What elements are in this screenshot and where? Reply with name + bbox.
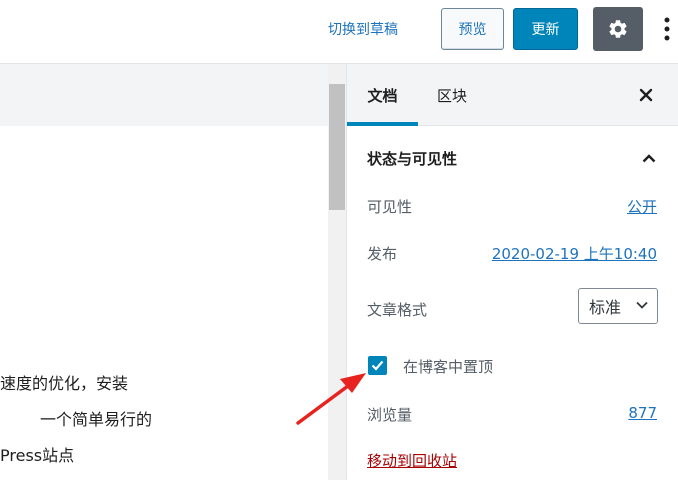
visibility-label: 可见性 [367, 198, 413, 216]
editor-title-area [0, 64, 328, 126]
settings-button[interactable] [593, 7, 643, 51]
chevron-down-icon [636, 301, 648, 309]
tab-document[interactable]: 文档 [347, 64, 418, 126]
preview-button[interactable]: 预览 [441, 8, 504, 50]
publish-label: 发布 [367, 245, 398, 263]
close-sidebar-button[interactable] [631, 80, 661, 110]
editor-text-line[interactable]: 速度的优化，安装 [0, 374, 128, 394]
post-format-label: 文章格式 [367, 301, 428, 319]
editor-toolbar: 切换到草稿 预览 更新 [0, 0, 678, 64]
editor-scrollbar[interactable] [328, 64, 346, 480]
editor-text-line[interactable]: Press站点 [0, 446, 74, 466]
gear-icon [609, 20, 627, 38]
panel-title[interactable]: 状态与可见性 [367, 148, 457, 169]
editor-text-line[interactable]: 一个简单易行的 [40, 410, 152, 430]
vertical-ellipsis-icon [664, 17, 670, 41]
sticky-label[interactable]: 在博客中置顶 [403, 356, 493, 377]
chevron-up-icon [642, 153, 656, 162]
update-button[interactable]: 更新 [513, 8, 578, 50]
tab-block[interactable]: 区块 [424, 64, 480, 126]
close-icon [639, 88, 653, 102]
sticky-checkbox[interactable] [368, 356, 387, 375]
settings-sidebar: 文档 区块 状态与可见性 可见性 公开 发布 2020-02-19 上午10:4… [347, 64, 678, 480]
panel-toggle-button[interactable] [637, 148, 661, 168]
move-to-trash-link[interactable]: 移动到回收站 [367, 450, 457, 471]
more-options-button[interactable] [656, 12, 678, 46]
post-format-select[interactable]: 标准 [578, 288, 658, 324]
scrollbar-thumb[interactable] [329, 84, 345, 210]
checkmark-icon [371, 360, 384, 371]
switch-to-draft-button[interactable]: 切换到草稿 [322, 17, 404, 43]
views-count-link[interactable]: 877 [628, 404, 657, 422]
views-label: 浏览量 [367, 406, 413, 424]
visibility-link[interactable]: 公开 [627, 196, 657, 217]
editor-canvas[interactable]: 速度的优化，安装 一个简单易行的 Press站点 [0, 64, 346, 480]
sidebar-tabs: 文档 区块 [347, 64, 678, 126]
publish-date-link[interactable]: 2020-02-19 上午10:40 [492, 243, 657, 264]
post-format-value: 标准 [589, 298, 622, 317]
